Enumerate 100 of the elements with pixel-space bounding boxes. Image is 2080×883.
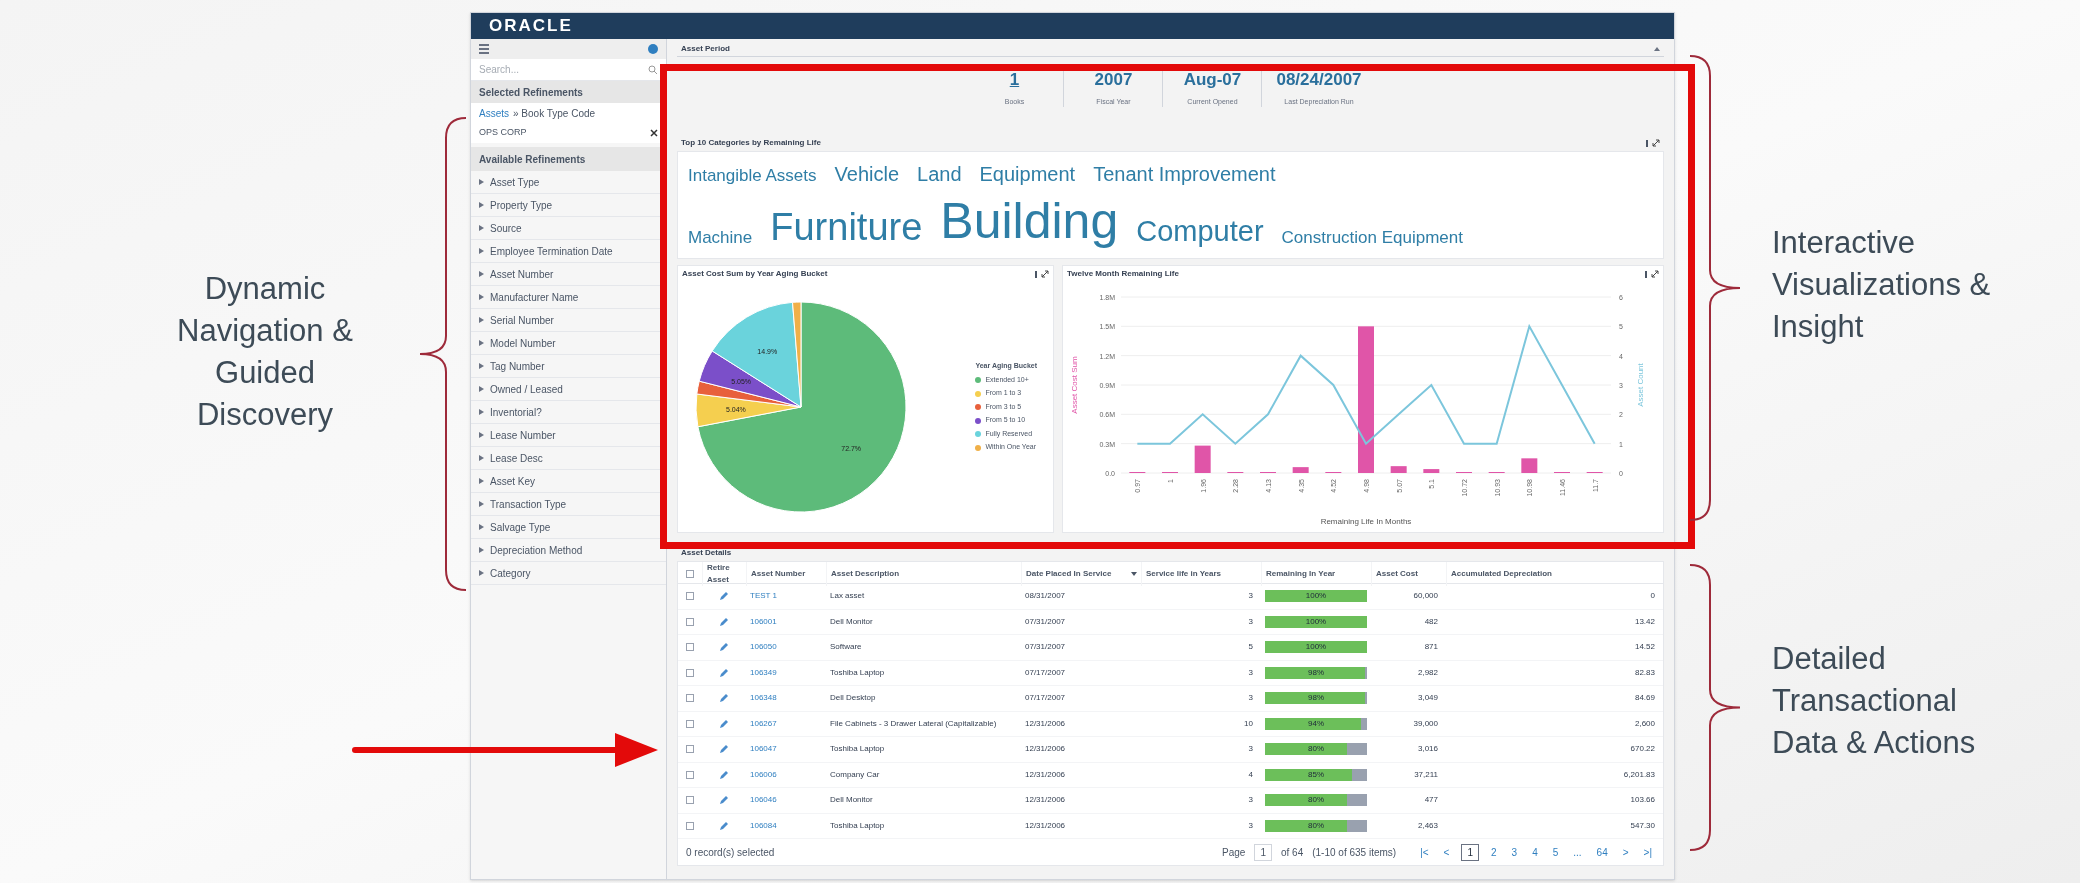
column-header[interactable]: Asset Number (746, 562, 826, 586)
search-icon[interactable] (648, 64, 658, 75)
page-button[interactable]: 2 (1488, 844, 1500, 860)
expand-icon[interactable] (1041, 270, 1049, 278)
search-field[interactable]: Search... (471, 59, 666, 81)
pencil-icon[interactable] (718, 717, 730, 730)
remove-icon[interactable] (650, 129, 658, 137)
refinement-item[interactable]: Model Number (471, 332, 666, 355)
column-header[interactable]: Asset Description (826, 562, 1021, 586)
info-icon[interactable] (648, 44, 658, 54)
page-button[interactable]: 1 (1461, 843, 1479, 861)
expand-icon (479, 524, 484, 530)
page-button[interactable]: 5 (1549, 844, 1562, 860)
category-word[interactable]: Furniture (770, 208, 923, 246)
refinement-item[interactable]: Asset Number (471, 263, 666, 286)
refinement-item[interactable]: Serial Number (471, 309, 666, 332)
pencil-icon[interactable] (718, 768, 730, 781)
asset-link[interactable]: 106047 (746, 743, 826, 756)
checkbox[interactable] (686, 745, 694, 754)
refinement-item[interactable]: Lease Desc (471, 447, 666, 470)
asset-link[interactable]: 106267 (746, 717, 826, 730)
asset-link[interactable]: 106046 (746, 794, 826, 807)
category-word[interactable]: Land (917, 164, 962, 184)
sort-icon[interactable] (1131, 572, 1137, 576)
checkbox[interactable] (686, 719, 694, 728)
checkbox[interactable] (686, 770, 694, 779)
page-button[interactable]: > (1619, 844, 1632, 860)
asset-link[interactable]: TEST 1 (746, 590, 826, 603)
refinement-item[interactable]: Tag Number (471, 355, 666, 378)
category-word[interactable]: Machine (688, 229, 753, 246)
pencil-icon[interactable] (718, 692, 730, 705)
table-cell-text: Toshiba Laptop (829, 743, 886, 756)
asset-link[interactable]: 106349 (746, 666, 826, 679)
refinement-item[interactable]: Category (471, 562, 666, 585)
progress-text: 100% (1304, 615, 1328, 628)
refinement-item[interactable]: Inventorial? (471, 401, 666, 424)
category-word[interactable]: Construction Equipment (1281, 229, 1463, 246)
checkbox[interactable] (686, 643, 694, 652)
checkbox[interactable] (686, 796, 694, 805)
asset-link[interactable]: 106050 (746, 641, 826, 654)
collapse-icon[interactable] (1654, 46, 1660, 51)
refinement-item[interactable]: Asset Key (471, 470, 666, 493)
category-word[interactable]: Intangible Assets (688, 167, 817, 184)
asset-link[interactable]: 106348 (746, 692, 826, 705)
page-button[interactable]: 64 (1593, 844, 1611, 860)
column-header[interactable]: Service life in Years (1141, 562, 1261, 586)
asset-link[interactable]: 106084 (746, 819, 826, 832)
refinement-item[interactable]: Source (471, 217, 666, 240)
column-header[interactable]: Retire Asset (702, 562, 746, 586)
refinement-item[interactable]: Property Type (471, 194, 666, 217)
page-button[interactable]: |< (1417, 844, 1432, 860)
category-word[interactable]: Equipment (979, 164, 1076, 184)
refinement-item[interactable]: Transaction Type (471, 493, 666, 516)
checkbox[interactable] (686, 821, 694, 830)
pencil-icon[interactable] (718, 590, 730, 603)
refinement-item[interactable]: Owned / Leased (471, 378, 666, 401)
refinement-item[interactable]: Salvage Type (471, 516, 666, 539)
pencil-icon[interactable] (718, 666, 730, 679)
expand-icon[interactable] (1651, 270, 1659, 278)
page-button[interactable]: >| (1640, 844, 1655, 860)
refinement-item[interactable]: Depreciation Method (471, 539, 666, 562)
table-cell-text: 3,049 (1416, 692, 1439, 705)
column-header[interactable]: Remaining In Year (1261, 562, 1371, 586)
column-header[interactable]: Date Placed In Service (1021, 562, 1141, 586)
checkbox[interactable] (686, 592, 694, 601)
pencil-icon[interactable] (718, 819, 730, 832)
pencil-icon[interactable] (718, 794, 730, 807)
page-field[interactable]: 1 (1254, 843, 1272, 861)
progress-text: 100% (1304, 590, 1328, 603)
category-word[interactable]: Building (940, 196, 1119, 246)
checkbox[interactable] (686, 668, 694, 677)
refinement-item[interactable]: Lease Number (471, 424, 666, 447)
column-header[interactable]: Accumulated Depreciation (1446, 562, 1663, 586)
breadcrumb-link[interactable]: Assets (479, 105, 509, 121)
checkbox[interactable] (686, 570, 694, 578)
logo[interactable]: ORACLE (489, 13, 573, 39)
table-cell-text: 13.42 (1633, 615, 1656, 628)
refinement-item[interactable]: Asset Type (471, 171, 666, 194)
stat-value[interactable]: 1 (1009, 67, 1020, 93)
checkbox[interactable] (686, 694, 694, 703)
column-header[interactable]: Asset Cost (1371, 562, 1446, 586)
pencil-icon[interactable] (718, 743, 730, 756)
pencil-icon[interactable] (718, 641, 730, 654)
asset-link[interactable]: 106001 (746, 615, 826, 628)
category-word[interactable]: Tenant Improvement (1093, 164, 1276, 184)
refinement-item[interactable]: Employee Termination Date (471, 240, 666, 263)
table-cell-text: Toshiba Laptop (829, 666, 886, 679)
page-button[interactable]: 3 (1508, 844, 1521, 860)
page-button[interactable]: < (1440, 844, 1453, 860)
category-word[interactable]: Computer (1136, 217, 1264, 246)
category-word[interactable]: Vehicle (834, 164, 900, 184)
expand-icon (479, 202, 484, 208)
menu-icon[interactable] (479, 44, 489, 54)
page-button[interactable]: ... (1570, 844, 1585, 860)
page-button[interactable]: 4 (1529, 844, 1541, 860)
expand-icon[interactable] (1652, 139, 1660, 147)
pencil-icon[interactable] (718, 615, 730, 628)
refinement-item[interactable]: Manufacturer Name (471, 286, 666, 309)
checkbox[interactable] (686, 617, 694, 626)
asset-link[interactable]: 106006 (746, 768, 826, 781)
